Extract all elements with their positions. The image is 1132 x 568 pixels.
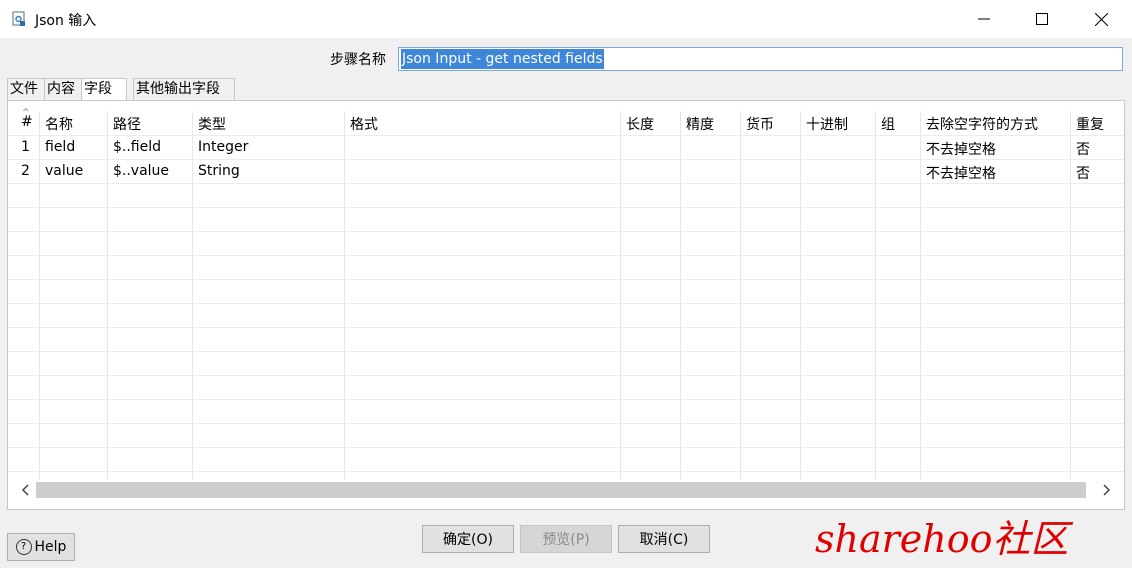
cell-type[interactable]: String bbox=[198, 163, 240, 179]
scroll-right-icon[interactable] bbox=[1098, 481, 1114, 499]
column-header-type[interactable]: 类型 bbox=[198, 114, 226, 134]
column-header-trim-type[interactable]: 去除空字符的方式 bbox=[926, 114, 1038, 134]
fields-table[interactable]: ^ # 名称 路径 类型 格式 长度 精度 货币 十进制 组 去除空字符的方式 … bbox=[8, 101, 1124, 479]
column-header-currency[interactable]: 货币 bbox=[746, 114, 774, 134]
column-header-format[interactable]: 格式 bbox=[350, 114, 378, 134]
cell-trim-type[interactable]: 不去掉空格 bbox=[926, 139, 996, 159]
cell-name[interactable]: field bbox=[45, 139, 75, 155]
maximize-icon bbox=[1036, 13, 1048, 25]
tab-fields[interactable]: 字段 bbox=[81, 78, 127, 101]
help-icon: ? bbox=[15, 539, 32, 555]
cell-repeat[interactable]: 否 bbox=[1076, 139, 1090, 159]
column-header-repeat[interactable]: 重复 bbox=[1076, 114, 1104, 134]
column-header-precision[interactable]: 精度 bbox=[686, 114, 714, 134]
horizontal-scrollbar[interactable] bbox=[8, 479, 1124, 501]
cell-repeat[interactable]: 否 bbox=[1076, 163, 1090, 183]
help-button[interactable]: ? Help bbox=[7, 533, 75, 561]
tab-content[interactable]: 内容 bbox=[44, 78, 86, 100]
preview-button[interactable]: 预览(P) bbox=[520, 525, 612, 553]
cancel-button[interactable]: 取消(C) bbox=[618, 525, 710, 553]
close-button[interactable] bbox=[1072, 0, 1130, 38]
column-header-name[interactable]: 名称 bbox=[45, 114, 73, 134]
watermark: sharehoo社区 bbox=[815, 517, 1069, 561]
column-header-group[interactable]: 组 bbox=[881, 114, 895, 134]
step-name-label: 步骤名称 bbox=[330, 52, 386, 68]
ok-button[interactable]: 确定(O) bbox=[422, 525, 514, 553]
window-title: Json 输入 bbox=[35, 13, 97, 29]
minimize-button[interactable] bbox=[955, 0, 1013, 38]
scrollbar-thumb[interactable] bbox=[36, 482, 1086, 498]
cell-path[interactable]: $..value bbox=[113, 163, 169, 179]
cell-type[interactable]: Integer bbox=[198, 139, 248, 155]
help-label: Help bbox=[34, 539, 67, 555]
column-header-decimal[interactable]: 十进制 bbox=[806, 114, 848, 134]
step-name-input[interactable]: Json Input - get nested fields bbox=[398, 47, 1123, 71]
tab-files[interactable]: 文件 bbox=[7, 78, 49, 100]
row-number[interactable]: 1 bbox=[21, 139, 30, 155]
cell-trim-type[interactable]: 不去掉空格 bbox=[926, 163, 996, 183]
tab-extra-output-fields[interactable]: 其他输出字段 bbox=[133, 78, 235, 100]
cell-path[interactable]: $..field bbox=[113, 139, 161, 155]
maximize-button[interactable] bbox=[1013, 0, 1071, 38]
json-input-icon bbox=[12, 11, 25, 26]
row-number[interactable]: 2 bbox=[21, 163, 30, 179]
cell-name[interactable]: value bbox=[45, 163, 83, 179]
scroll-left-icon[interactable] bbox=[18, 481, 34, 499]
fields-panel: ^ # 名称 路径 类型 格式 长度 精度 货币 十进制 组 去除空字符的方式 … bbox=[7, 100, 1125, 510]
title-bar: Json 输入 bbox=[0, 0, 1132, 38]
column-header-index[interactable]: # bbox=[21, 114, 33, 130]
column-header-length[interactable]: 长度 bbox=[626, 114, 654, 134]
minimize-icon bbox=[978, 18, 990, 20]
step-name-value: Json Input - get nested fields bbox=[401, 49, 604, 69]
close-icon bbox=[1094, 12, 1108, 26]
column-header-path[interactable]: 路径 bbox=[113, 114, 141, 134]
